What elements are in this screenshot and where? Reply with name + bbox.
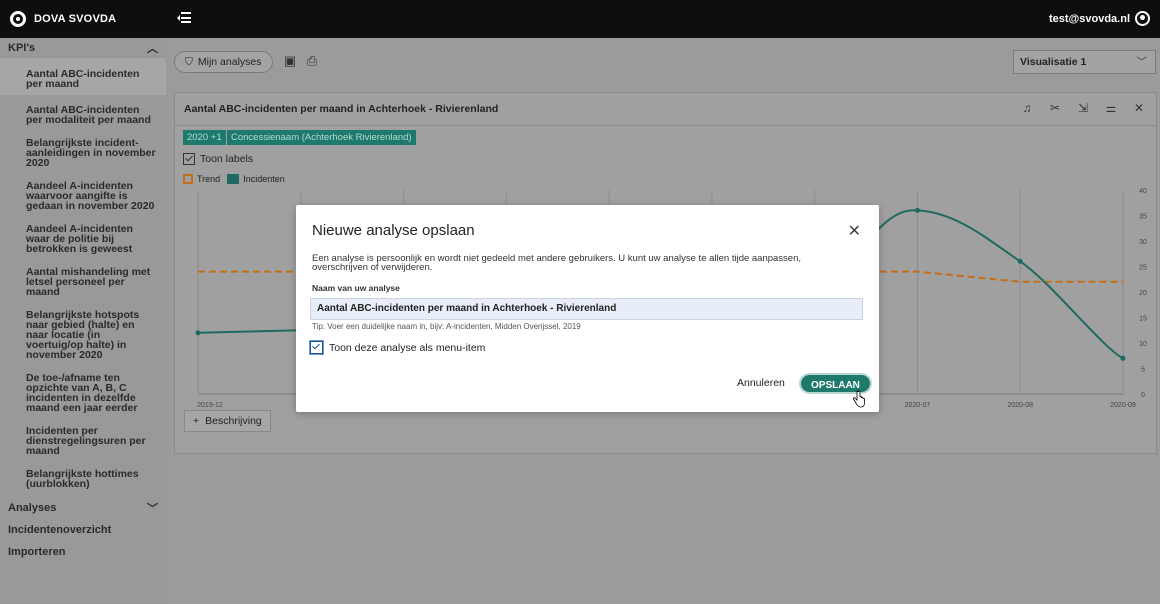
y-tick-label: 40: [1139, 188, 1147, 195]
incidents-point[interactable]: [1120, 355, 1126, 361]
y-tick-label: 30: [1139, 239, 1147, 246]
sidebar-section-importeren[interactable]: Importeren: [0, 541, 166, 563]
y-tick-label: 15: [1139, 316, 1147, 323]
sidebar-item-kpi[interactable]: Incidenten per dienstregelingsuren per m…: [0, 417, 166, 460]
cancel-button[interactable]: Annuleren: [737, 377, 785, 389]
close-icon[interactable]: ✕: [848, 221, 861, 241]
user-avatar-icon[interactable]: [1135, 11, 1150, 26]
sidebar-item-kpi[interactable]: Aantal mishandeling met letsel personeel…: [0, 258, 166, 301]
analysis-name-input[interactable]: Aantal ABC-incidenten per maand in Achte…: [310, 298, 863, 320]
sidebar-item-label: De toe-/afname ten opzichte van A, B, C …: [26, 372, 138, 414]
top-bar: DOVA SVOVDA test@svovda.nl: [0, 0, 1160, 38]
sidebar-section-analyses[interactable]: Analyses ﹀: [0, 497, 166, 519]
analysis-name-label: Naam van uw analyse: [312, 283, 400, 293]
sidebar-section-incidentenoverzicht[interactable]: Incidentenoverzicht: [0, 519, 166, 541]
sidebar-item-kpi[interactable]: Belangrijkste hottimes (uurblokken): [0, 460, 166, 497]
user-email[interactable]: test@svovda.nl: [1049, 13, 1130, 25]
sidebar-item-label: Aantal mishandeling met letsel personeel…: [26, 266, 151, 298]
chevron-down-icon: ﹀: [147, 503, 158, 515]
incidents-point[interactable]: [1017, 258, 1023, 264]
sidebar-item-label: Belangrijkste hotspots naar gebied (halt…: [26, 309, 140, 361]
print-icon[interactable]: ⎙: [304, 53, 320, 69]
add-description-label: Beschrijving: [205, 415, 262, 427]
sidebar-item-label: Aantal ABC-incidenten per maand: [26, 68, 140, 90]
visualisation-select-value: Visualisatie 1: [1020, 56, 1087, 68]
incidents-point[interactable]: [195, 330, 201, 336]
y-tick-label: 10: [1139, 341, 1147, 348]
sidebar-section-label: Importeren: [8, 546, 66, 558]
sidebar-item-kpi[interactable]: De toe-/afname ten opzichte van A, B, C …: [0, 364, 166, 417]
sidebar-section-label: Incidentenoverzicht: [8, 524, 112, 536]
sidebar-kpis-header[interactable]: KPI's ︿: [0, 38, 166, 58]
my-analyses-label: Mijn analyses: [197, 56, 262, 68]
my-analyses-button[interactable]: ⛉ Mijn analyses: [174, 51, 273, 73]
visualisation-select[interactable]: Visualisatie 1 ﹀: [1013, 50, 1156, 74]
sidebar-item-kpi[interactable]: Belangrijkste incident-aanleidingen in n…: [0, 129, 166, 172]
sidebar-item-kpi[interactable]: Aantal ABC-incidenten per modaliteit per…: [0, 95, 166, 129]
dialog-description: Een analyse is persoonlijk en wordt niet…: [312, 253, 802, 273]
menu-item-label: Toon deze analyse als menu-item: [329, 341, 486, 354]
chevron-down-icon: ﹀: [1136, 56, 1148, 68]
x-tick-label: 2020-07: [905, 402, 931, 409]
logo-icon: [10, 11, 26, 27]
y-tick-label: 20: [1139, 290, 1147, 297]
analysis-name-tip: Tip: Voer een duidelijke naam in, bijv: …: [312, 322, 581, 331]
filter-icon: ⛉: [185, 55, 193, 68]
y-tick-label: 35: [1139, 214, 1147, 221]
save-icon[interactable]: ▣: [282, 53, 298, 69]
chevron-up-icon: ︿: [147, 43, 158, 55]
sidebar-item-label: Belangrijkste incident-aanleidingen in n…: [26, 137, 156, 169]
y-tick-label: 5: [1141, 367, 1145, 374]
sidebar-item-kpi[interactable]: Aandeel A-incidenten waarvoor aangifte i…: [0, 172, 166, 215]
x-tick-label: 2020-09: [1110, 402, 1136, 409]
incidents-point[interactable]: [914, 207, 920, 213]
menu-toggle-icon[interactable]: [177, 12, 191, 24]
app-logo[interactable]: DOVA SVOVDA: [10, 9, 116, 29]
hand-cursor-icon: [852, 390, 865, 408]
sidebar-item-label: Aandeel A-incidenten waar de politie bij…: [26, 223, 133, 255]
add-description-button[interactable]: + Beschrijving: [184, 410, 271, 432]
menu-item-option: Toon deze analyse als menu-item: [309, 340, 486, 355]
sidebar-item-kpi[interactable]: Aandeel A-incidenten waar de politie bij…: [0, 215, 166, 258]
sidebar-item-kpi[interactable]: Aantal ABC-incidenten per maand: [0, 58, 166, 95]
x-tick-label: 2020-08: [1007, 402, 1033, 409]
incidents-line[interactable]: [876, 209, 1124, 360]
sidebar-item-label: Belangrijkste hottimes (uurblokken): [26, 468, 139, 490]
plus-icon: +: [193, 415, 200, 427]
sidebar-kpis-label: KPI's: [8, 42, 36, 54]
x-tick-label: 2019-12: [197, 402, 223, 409]
sidebar-item-label: Aandeel A-incidenten waarvoor aangifte i…: [26, 180, 155, 212]
y-tick-label: 25: [1139, 265, 1147, 272]
sidebar-item-label: Incidenten per dienstregelingsuren per m…: [26, 425, 146, 457]
dialog-title: Nieuwe analyse opslaan: [312, 222, 475, 239]
y-tick-label: 0: [1141, 392, 1145, 399]
sidebar-item-kpi[interactable]: Belangrijkste hotspots naar gebied (halt…: [0, 301, 166, 364]
sidebar: KPI's ︿ Aantal ABC-incidenten per maand …: [0, 38, 166, 604]
menu-item-checkbox[interactable]: [309, 340, 324, 355]
app-name: DOVA SVOVDA: [34, 13, 117, 25]
sidebar-item-label: Aantal ABC-incidenten per modaliteit per…: [26, 104, 151, 126]
incidents-line[interactable]: [197, 329, 301, 334]
sidebar-section-label: Analyses: [8, 502, 57, 514]
save-analysis-dialog: Nieuwe analyse opslaan ✕ Een analyse is …: [296, 205, 879, 412]
